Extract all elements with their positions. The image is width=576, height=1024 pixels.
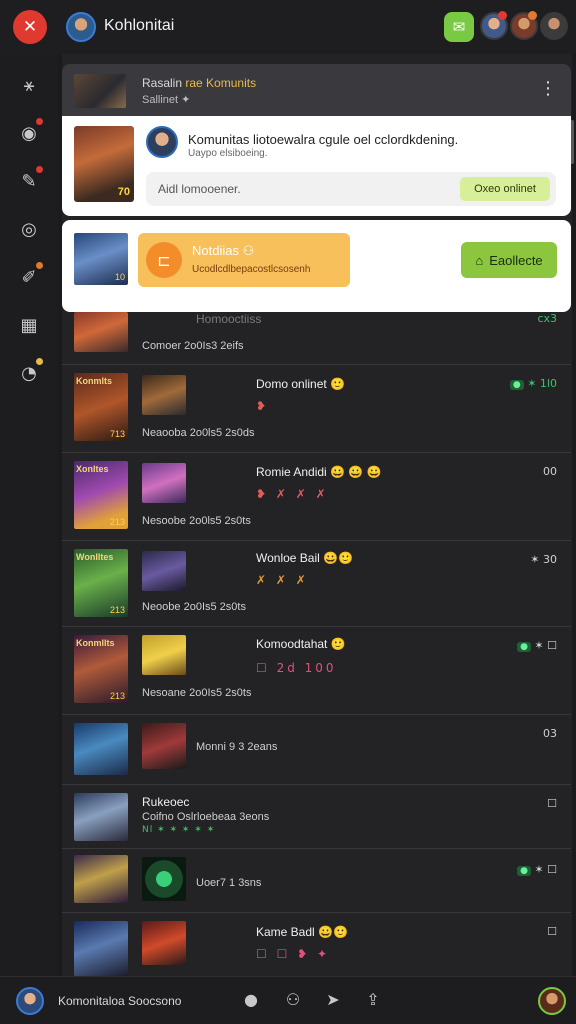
game-thumbnail[interactable]: [74, 723, 128, 775]
group-icon[interactable]: ⚇: [282, 990, 304, 1012]
avatar[interactable]: [142, 551, 186, 591]
chat-bubble-icon: ✉: [452, 19, 466, 36]
app-title: Kohlonitai: [104, 17, 175, 34]
game-thumbnail[interactable]: Xonltes 213: [74, 461, 128, 529]
list-item[interactable]: Wonlltes 213 Wonloe Bail 😀🙂 ✗ ✗ ✗ Neoobe…: [62, 540, 571, 626]
send-icon[interactable]: ➤: [322, 990, 344, 1012]
game-thumbnail[interactable]: [74, 793, 128, 841]
notification-dot: [498, 11, 507, 20]
more-options-icon[interactable]: ⋮: [539, 78, 557, 99]
avatar[interactable]: [142, 375, 186, 415]
sidebar-badge: [36, 262, 43, 269]
notification-icon: ⊏: [146, 242, 182, 278]
avatar[interactable]: [142, 463, 186, 503]
online-badge: ●: [517, 642, 531, 652]
sidebar-help-icon[interactable]: ◎: [14, 214, 44, 244]
sidebar-grid-icon[interactable]: ▦: [14, 310, 44, 340]
community-subtitle: Sallinet ✦: [142, 94, 191, 106]
sidebar: ⚹ ◉ ✎ ◎ ✐ ▦ ◔: [0, 54, 58, 976]
game-thumbnail[interactable]: Konmllts 213: [74, 635, 128, 703]
avatar[interactable]: [142, 635, 186, 675]
community-header: Rasalin rae Komunits Sallinet ✦ ⋮: [62, 64, 571, 116]
game-thumbnail[interactable]: [74, 855, 128, 903]
list-item[interactable]: Rukeoec Coifno Oslrloebeaa 3eons Nl ✶ ✶ …: [62, 784, 571, 848]
sidebar-badge: [36, 118, 43, 125]
person-icon[interactable]: ●: [240, 990, 262, 1012]
status-text: Komonitaloa Soocsono: [58, 994, 182, 1008]
game-thumbnail[interactable]: 70: [74, 126, 134, 202]
compose-headline: Komunitas liotoewalra cgule oel cclordkd…: [188, 132, 459, 147]
compose-card: 70 Komunitas liotoewalra cgule oel cclor…: [62, 116, 571, 216]
avatar[interactable]: [142, 723, 186, 769]
list-item[interactable]: Uoer7 1 3sns ● ✶ ☐: [62, 848, 571, 912]
compose-subline: Uaypo elsiboeing.: [188, 148, 268, 159]
list-item[interactable]: Monni 9 3 2eans 03: [62, 714, 571, 784]
game-thumbnail[interactable]: Konmlts 713: [74, 373, 128, 441]
user-avatar[interactable]: [66, 12, 96, 42]
game-thumbnail[interactable]: [74, 921, 128, 977]
notification-dot: [528, 11, 537, 20]
online-badge: ●: [517, 866, 531, 876]
compose-input[interactable]: Aidl lomooener. Oxeo onlinet: [146, 172, 556, 206]
list-item[interactable]: Xonltes 213 Romie Andidi 😀 😀 😀 ❥ ✗ ✗ ✗ N…: [62, 452, 571, 540]
notification-title: Notdiias ⚇: [192, 243, 255, 258]
friend-avatar[interactable]: [538, 987, 566, 1015]
game-thumbnail[interactable]: 10: [74, 233, 128, 285]
game-thumbnail[interactable]: [74, 312, 128, 352]
avatar[interactable]: [142, 857, 186, 901]
user-avatar[interactable]: [16, 987, 44, 1015]
community-thumbnail[interactable]: [74, 74, 126, 108]
avatar[interactable]: [142, 921, 186, 965]
sidebar-badge: [36, 358, 43, 365]
sidebar-share-icon[interactable]: ⚹: [14, 70, 44, 100]
bottom-bar: Komonitaloa Soocsono ● ⚇ ➤ ⇪: [0, 976, 576, 1024]
top-bar: ✕ Kohlonitai ✉: [0, 0, 576, 54]
app-logo[interactable]: ✕: [13, 10, 47, 44]
list-item[interactable]: Konmlts 713 Domo onlinet 🙂 ❥ Neaooba 2o0…: [62, 364, 571, 452]
list-item[interactable]: Homooctiiss Comoer 2o0Is3 2eifs cx3: [62, 312, 571, 364]
post-button[interactable]: Oxeo onlinet: [460, 177, 550, 201]
community-title: Rasalin rae Komunits: [142, 76, 257, 90]
online-badge: ●: [509, 380, 524, 390]
home-icon: ⌂: [475, 252, 484, 268]
notification-action-button[interactable]: ⌂ Eaollecte: [461, 242, 557, 278]
game-thumbnail[interactable]: Wonlltes 213: [74, 549, 128, 617]
notification-subtitle: Ucodlcdlbepacostlcsosenh: [192, 264, 311, 275]
notification-banner[interactable]: ⊏ Notdiias ⚇ Ucodlcdlbepacostlcsosenh: [138, 233, 350, 287]
share-icon[interactable]: ⇪: [362, 990, 384, 1012]
avatar[interactable]: [146, 126, 178, 158]
friend-avatar-3[interactable]: [540, 12, 568, 40]
notification-card: 10 ⊏ Notdiias ⚇ Ucodlcdlbepacostlcsosenh…: [62, 220, 571, 312]
compose-placeholder: Aidl lomooener.: [158, 182, 241, 196]
list-item[interactable]: Konmllts 213 Komoodtahat 🙂 ☐ 2d 100 Neso…: [62, 626, 571, 714]
sidebar-badge: [36, 166, 43, 173]
list-item[interactable]: Kame Badl 😀🙂 ☐ ☐ ❥ ✦ ☐: [62, 912, 571, 977]
chat-button[interactable]: ✉: [444, 12, 474, 42]
